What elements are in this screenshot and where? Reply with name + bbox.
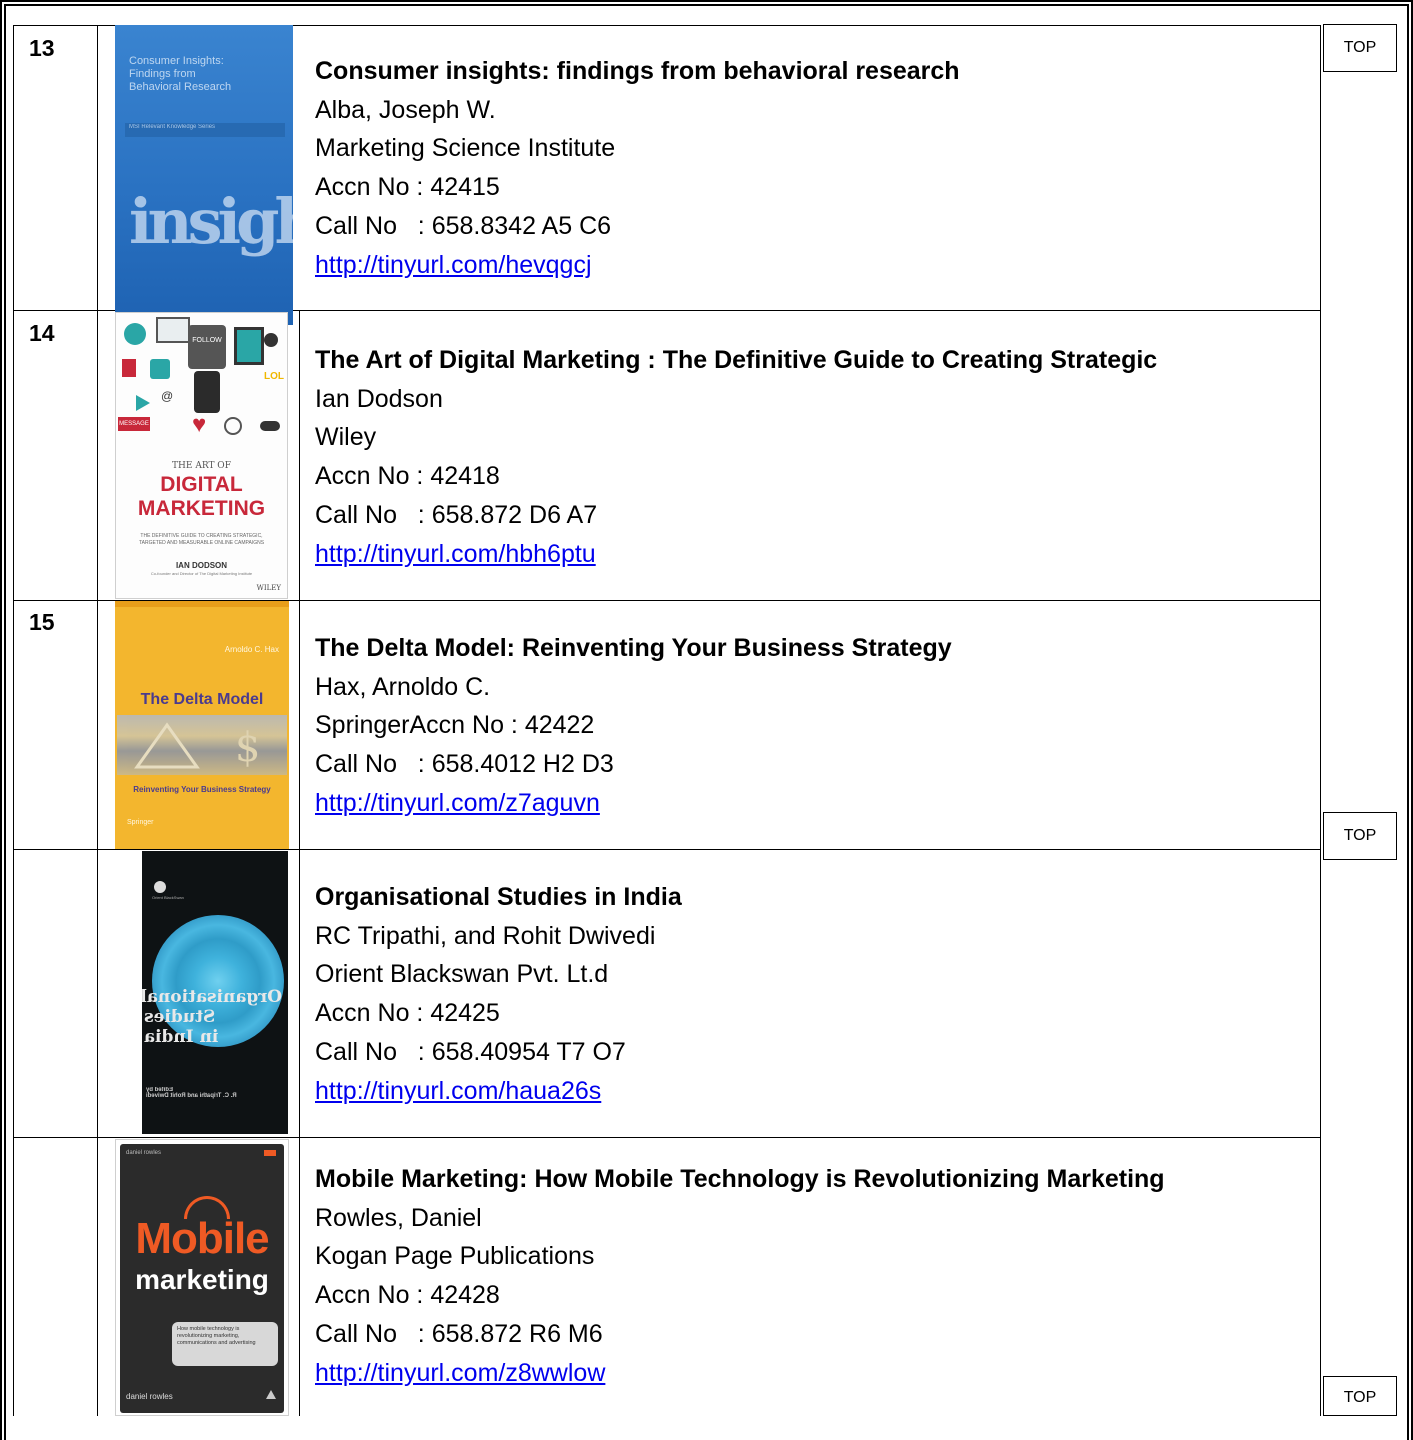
book-title: Organisational Studies in India: [315, 883, 682, 911]
book-accn: Accn No : 42415: [315, 173, 500, 202]
monitor-icon: [156, 317, 190, 343]
person-icon: [124, 323, 146, 345]
cover-image-band: $: [117, 715, 287, 775]
delta-triangle-icon: $: [134, 722, 260, 771]
thumbs-up-icon: [150, 359, 170, 379]
book-call-number: Call No : 658.40954 T7 O7: [315, 1037, 626, 1066]
book-link[interactable]: http://tinyurl.com/hbh6ptu: [315, 540, 596, 568]
book-accn: Accn No : 42425: [315, 999, 500, 1028]
cover-author-sub: Co-founder and Director of The Digital M…: [150, 571, 253, 576]
book-publisher: Marketing Science Institute: [315, 134, 616, 163]
col-divider-1: [97, 25, 98, 1416]
book-title: Consumer insights: findings from behavio…: [315, 57, 960, 85]
message-tag-icon: MESSAGE: [118, 417, 150, 431]
book-call-number: Call No : 658.8342 A5 C6: [315, 211, 612, 240]
megaphone-icon: [122, 359, 136, 377]
cover-author: IAN DODSON: [175, 561, 228, 570]
cover-publisher: Orient BlackSwan: [152, 895, 184, 900]
book-entry: The Art of Digital Marketing : The Defin…: [315, 341, 1157, 573]
speech-bubble: How mobile technology is revolutionizing…: [172, 1322, 278, 1366]
book-author: Hax, Arnoldo C.: [315, 672, 491, 701]
book-link[interactable]: http://tinyurl.com/haua26s: [315, 1077, 601, 1105]
book-cover-organisational-studies[interactable]: Orient BlackSwan Organisational Studies …: [142, 851, 288, 1134]
cover-title-marketing: marketing: [135, 1264, 269, 1295]
book-author: RC Tripathi, and Rohit Dwivedi: [315, 921, 656, 950]
book-cover-delta-model[interactable]: Arnoldo C. Hax The Delta Model $ Reinven…: [115, 601, 289, 849]
book-link[interactable]: http://tinyurl.com/z8wwlow: [315, 1359, 605, 1387]
book-entry: Consumer insights: findings from behavio…: [315, 52, 960, 284]
cover-title: Organisational Studies in India: [142, 987, 282, 1047]
cover-title-marketing: MARKETING: [137, 497, 266, 520]
publisher-logo-icon: [266, 1390, 276, 1399]
book-call-number: Call No : 658.872 D6 A7: [315, 500, 598, 529]
cover-publisher: Springer: [127, 819, 154, 826]
book-author: Rowles, Daniel: [315, 1203, 482, 1232]
cover-top-author: daniel rowles: [126, 1150, 162, 1156]
book-accn: Accn No : 42428: [315, 1281, 500, 1310]
cover-subtitle: MSI Relevant Knowledge Series: [129, 124, 216, 130]
cover-bottom-author: daniel rowles: [126, 1392, 173, 1401]
social-icons-cluster: FOLLOW LOL @ ♥ MESSAGE: [116, 313, 287, 453]
book-cover-digital-marketing[interactable]: FOLLOW LOL @ ♥ MESSAGE THE ART OF DIGITA…: [115, 312, 288, 599]
book-link[interactable]: http://tinyurl.com/hevqgcj: [315, 251, 592, 279]
battery-icon: [264, 1150, 276, 1156]
phone-icon: [194, 371, 220, 413]
book-author: Alba, Joseph W.: [315, 95, 496, 124]
paper-plane-icon: [136, 395, 150, 411]
cover-top-strip: [115, 601, 289, 607]
book-publisher: Wiley: [315, 423, 377, 452]
book-cover-consumer-insights[interactable]: Consumer Insights: Findings from Behavio…: [115, 25, 293, 325]
table-border-right: [1320, 25, 1321, 1416]
book-author: Ian Dodson: [315, 384, 443, 413]
book-title: Mobile Marketing: How Mobile Technology …: [315, 1165, 1165, 1193]
phone-frame: daniel rowles Mobile marketing How mobil…: [120, 1144, 284, 1413]
heart-icon: ♥: [192, 411, 207, 438]
cover-big-word: insights: [129, 185, 293, 258]
book-publisher: SpringerAccn No : 42422: [315, 711, 595, 740]
row-divider-3: [13, 849, 1320, 850]
globe-icon: [224, 417, 242, 435]
publisher-logo-icon: [154, 881, 166, 893]
row-number: 15: [29, 609, 55, 635]
cover-editors: Edited by R. C. Tripathi and Rohit Dwive…: [146, 1087, 237, 1099]
book-entry: The Delta Model: Reinventing Your Busine…: [315, 629, 952, 823]
table-border-left: [13, 25, 14, 1416]
book-publisher: Orient Blackswan Pvt. Lt.d: [315, 960, 609, 989]
row-number: 14: [29, 320, 55, 346]
target-icon: [264, 333, 278, 347]
book-call-number: Call No : 658.872 R6 M6: [315, 1319, 603, 1348]
lol-text-icon: LOL: [264, 371, 284, 382]
follow-badge-icon: FOLLOW: [188, 325, 226, 369]
book-accn: Accn No : 42418: [315, 462, 500, 491]
book-cover-mobile-marketing[interactable]: daniel rowles Mobile marketing How mobil…: [115, 1139, 289, 1416]
book-entry: Mobile Marketing: How Mobile Technology …: [315, 1160, 1165, 1392]
cover-subtitle: Reinventing Your Business Strategy: [133, 785, 271, 794]
cover-title-digital: DIGITAL: [160, 473, 243, 496]
book-call-number: Call No : 658.4012 H2 D3: [315, 750, 614, 779]
book-title: The Delta Model: Reinventing Your Busine…: [315, 634, 952, 662]
cover-author: Arnoldo C. Hax: [224, 645, 279, 654]
row-divider-4: [13, 1137, 1320, 1138]
cover-title: Consumer Insights: Findings from Behavio…: [129, 55, 232, 93]
person-frame-icon: [234, 327, 264, 365]
row-number: 13: [29, 35, 55, 61]
cover-publisher: WILEY: [256, 584, 281, 592]
cover-small-title: THE ART OF: [172, 461, 231, 471]
top-button[interactable]: TOP: [1323, 24, 1397, 72]
top-button[interactable]: TOP: [1323, 812, 1397, 860]
telephone-icon: [260, 421, 280, 431]
book-link[interactable]: http://tinyurl.com/z7aguvn: [315, 789, 600, 817]
svg-text:$: $: [235, 725, 260, 771]
book-entry: Organisational Studies in India RC Tripa…: [315, 878, 682, 1110]
cover-title: The Delta Model: [140, 691, 264, 708]
at-sign-icon: @: [161, 389, 174, 403]
cover-title-mobile: Mobile: [135, 1214, 269, 1263]
top-button[interactable]: TOP: [1323, 1376, 1397, 1416]
book-title: The Art of Digital Marketing : The Defin…: [315, 346, 1158, 374]
cover-tagline: THE DEFINITIVE GUIDE TO CREATING STRATEG…: [138, 533, 265, 546]
book-publisher: Kogan Page Publications: [315, 1242, 595, 1271]
col-divider-2: [299, 310, 300, 1416]
